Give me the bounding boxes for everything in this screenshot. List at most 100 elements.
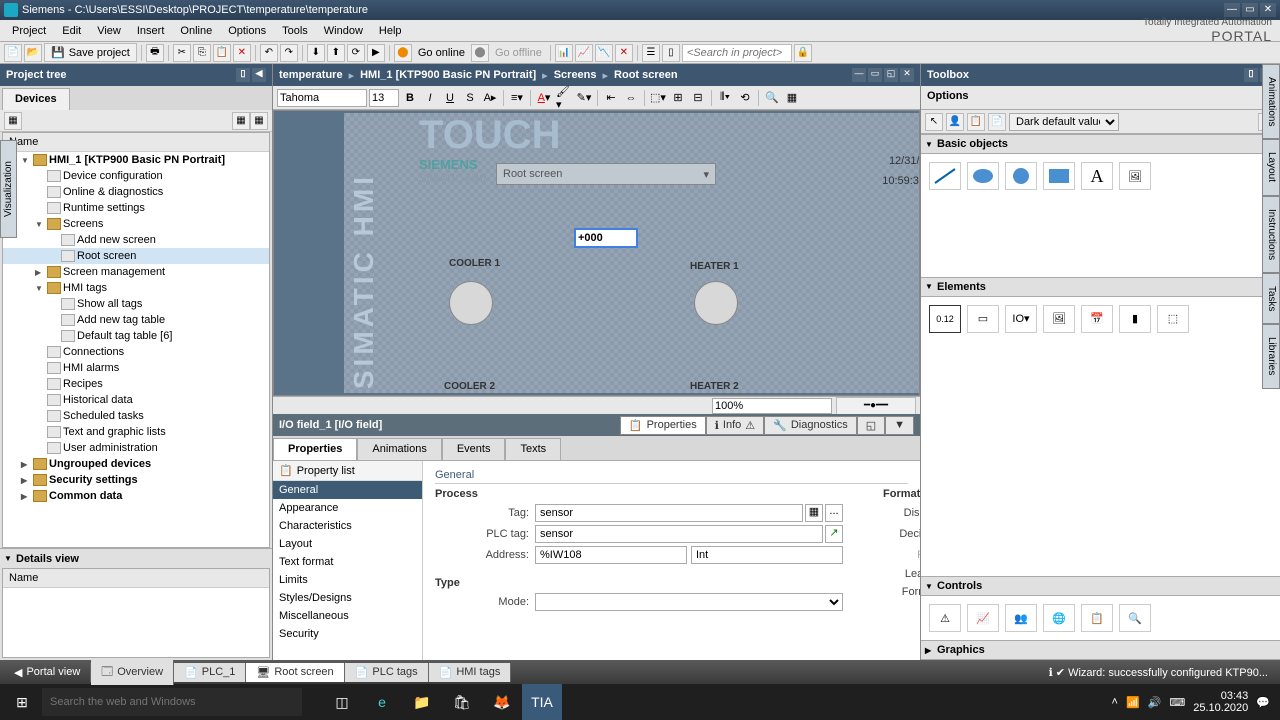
upload-button[interactable]: ⟳ bbox=[347, 44, 365, 62]
redo-button[interactable]: ↷ bbox=[280, 44, 298, 62]
delete-button[interactable]: ✕ bbox=[233, 44, 251, 62]
tree-row[interactable]: ▶Security settings bbox=[3, 472, 269, 488]
style-select[interactable]: Dark default values bbox=[1009, 113, 1119, 131]
subtab-texts[interactable]: Texts bbox=[505, 438, 561, 460]
editor-close-button[interactable]: ✕ bbox=[900, 68, 914, 82]
paste-button[interactable]: 📋 bbox=[213, 44, 231, 62]
tool-copy[interactable]: 📋 bbox=[967, 113, 985, 131]
new-project-button[interactable]: 📄 bbox=[4, 44, 22, 62]
symboliofield-element[interactable]: IO▾ bbox=[1005, 305, 1037, 333]
grid-button[interactable]: ▦ bbox=[783, 89, 801, 107]
menu-online[interactable]: Online bbox=[172, 23, 220, 39]
tree-row[interactable]: Recipes bbox=[3, 376, 269, 392]
tree-row[interactable]: Root screen bbox=[3, 248, 269, 264]
align-center-button[interactable]: ⇔ bbox=[622, 89, 640, 107]
heater1-label[interactable]: HEATER 1 bbox=[690, 261, 739, 272]
menu-project[interactable]: Project bbox=[4, 23, 54, 39]
tree-row[interactable]: ▼Screens bbox=[3, 216, 269, 232]
subtab-events[interactable]: Events bbox=[442, 438, 506, 460]
heater2-label[interactable]: HEATER 2 bbox=[690, 381, 739, 392]
button-element[interactable]: ▭ bbox=[967, 305, 999, 333]
tray-network-icon[interactable]: 📶 bbox=[1126, 696, 1140, 709]
prop-appearance[interactable]: Appearance bbox=[273, 499, 422, 517]
undo-button[interactable]: ↶ bbox=[260, 44, 278, 62]
store-icon[interactable]: 🛍 bbox=[442, 684, 482, 720]
print-button[interactable]: 🖶 bbox=[146, 44, 164, 62]
compile-button[interactable]: ⬇ bbox=[307, 44, 325, 62]
search-input[interactable] bbox=[682, 44, 792, 62]
status-plc1[interactable]: 📄 PLC_1 bbox=[174, 663, 246, 682]
details-view-header[interactable]: ▼ Details view bbox=[0, 548, 272, 568]
graphics-header[interactable]: ▶Graphics bbox=[921, 640, 1280, 660]
tree-row[interactable]: Device configuration bbox=[3, 168, 269, 184]
cooler1-circle[interactable] bbox=[449, 281, 493, 325]
panel-collapse-button[interactable]: ▯ bbox=[236, 68, 250, 82]
bold-button[interactable]: B bbox=[401, 89, 419, 107]
tree-row[interactable]: Scheduled tasks bbox=[3, 408, 269, 424]
tray-up-icon[interactable]: ˄ bbox=[1112, 696, 1118, 708]
diagnostics-tab[interactable]: 🔧 Diagnostics bbox=[764, 416, 857, 435]
layout-button-1[interactable]: ☰ bbox=[642, 44, 660, 62]
panel-pin-button[interactable]: ◀ bbox=[252, 68, 266, 82]
rectangle-object[interactable] bbox=[1043, 162, 1075, 190]
text-object[interactable]: A bbox=[1081, 162, 1113, 190]
tree-row[interactable]: HMI alarms bbox=[3, 360, 269, 376]
alarmview-control[interactable]: ⚠ bbox=[929, 604, 961, 632]
status-plctags[interactable]: 📄 PLC tags bbox=[345, 663, 429, 682]
tree-row[interactable]: Historical data bbox=[3, 392, 269, 408]
align-button[interactable]: ≡▾ bbox=[508, 89, 526, 107]
fontcolor-button[interactable]: A▾ bbox=[535, 89, 553, 107]
project-tree[interactable]: Name ▼HMI_1 [KTP900 Basic PN Portrait]De… bbox=[2, 132, 270, 548]
address-type-input[interactable] bbox=[691, 546, 843, 564]
editor-float-button[interactable]: ▭ bbox=[868, 68, 882, 82]
tag-browse-button[interactable]: ▦ bbox=[805, 504, 823, 522]
tag-ellipsis-button[interactable]: ... bbox=[825, 504, 843, 522]
subtab-properties[interactable]: Properties bbox=[273, 438, 357, 460]
explorer-icon[interactable]: 📁 bbox=[402, 684, 442, 720]
plctag-input[interactable] bbox=[535, 525, 823, 543]
tree-row[interactable]: Runtime settings bbox=[3, 200, 269, 216]
prop-styles[interactable]: Styles/Designs bbox=[273, 589, 422, 607]
date-field[interactable]: 12/31/2000 bbox=[889, 155, 920, 167]
tree-row[interactable]: Connections bbox=[3, 344, 269, 360]
prop-textformat[interactable]: Text format bbox=[273, 553, 422, 571]
size-select[interactable] bbox=[369, 89, 399, 107]
prop-characteristics[interactable]: Characteristics bbox=[273, 517, 422, 535]
mode-select[interactable] bbox=[535, 593, 843, 611]
system-tray[interactable]: ˄ 📶 🔊 ⌨ 03:4325.10.2020 💬 bbox=[1104, 690, 1279, 714]
animations-side-tab[interactable]: Animations bbox=[1262, 64, 1280, 139]
tasks-side-tab[interactable]: Tasks bbox=[1262, 273, 1280, 325]
elements-header[interactable]: ▼Elements bbox=[921, 277, 1280, 297]
layout-button-2[interactable]: ▯ bbox=[662, 44, 680, 62]
status-hmitags[interactable]: 📄 HMI tags bbox=[429, 663, 512, 682]
address-input[interactable] bbox=[535, 546, 687, 564]
tia-icon[interactable]: TIA bbox=[522, 684, 562, 720]
circle-object[interactable] bbox=[1005, 162, 1037, 190]
tree-row[interactable]: Add new tag table bbox=[3, 312, 269, 328]
hmi-screen[interactable]: SIMATIC HMI TOUCH SIEMENS SIMATIC HMI Ro… bbox=[344, 113, 920, 393]
menu-view[interactable]: View bbox=[89, 23, 129, 39]
visualization-tab[interactable]: Visualization bbox=[0, 140, 17, 238]
tray-volume-icon[interactable]: 🔊 bbox=[1148, 696, 1162, 709]
tag-input[interactable] bbox=[535, 504, 803, 522]
tool-button-2[interactable]: 📈 bbox=[575, 44, 593, 62]
start-button[interactable]: ⊞ bbox=[2, 684, 42, 720]
portal-view-button[interactable]: ◀ Portal view bbox=[4, 663, 91, 682]
edge-icon[interactable]: e bbox=[362, 684, 402, 720]
tree-row[interactable]: ▶Ungrouped devices bbox=[3, 456, 269, 472]
tree-btn-3[interactable]: ▦ bbox=[250, 112, 268, 130]
firefox-icon[interactable]: 🦊 bbox=[482, 684, 522, 720]
bar-element[interactable]: ▮ bbox=[1119, 305, 1151, 333]
properties-tab[interactable]: 📋 Properties bbox=[620, 416, 706, 435]
controls-header[interactable]: ▼Controls bbox=[921, 576, 1280, 596]
status-overview[interactable]: 🗔 Overview bbox=[91, 660, 174, 685]
windows-search[interactable] bbox=[42, 688, 302, 716]
open-project-button[interactable]: 📂 bbox=[24, 44, 42, 62]
save-project-button[interactable]: 💾 Save project bbox=[44, 43, 137, 62]
align-left-button[interactable]: ⇤ bbox=[602, 89, 620, 107]
distr-button[interactable]: ⫴▾ bbox=[716, 89, 734, 107]
status-rootscreen[interactable]: 🖥 Root screen bbox=[246, 663, 344, 682]
group-button[interactable]: ⊞ bbox=[669, 89, 687, 107]
subtab-animations[interactable]: Animations bbox=[357, 438, 441, 460]
io-field[interactable]: +000 bbox=[574, 228, 638, 248]
